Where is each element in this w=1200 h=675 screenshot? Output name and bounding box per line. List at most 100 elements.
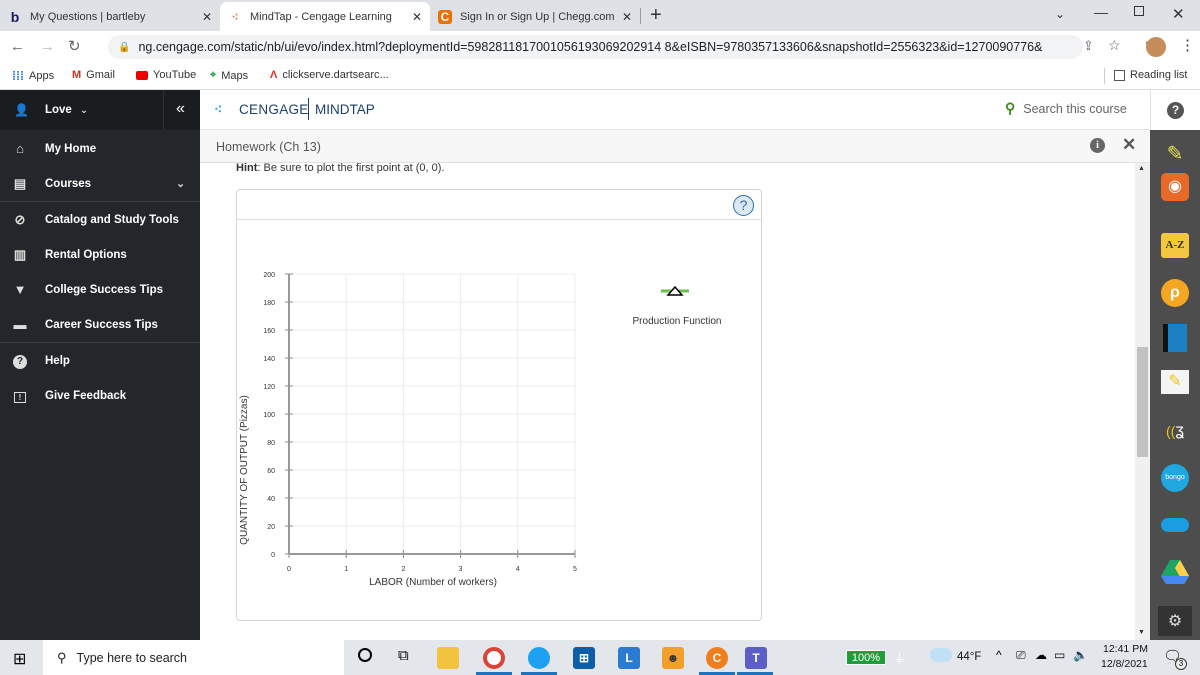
youtube-icon bbox=[136, 70, 148, 80]
maps-icon: ⌖ bbox=[210, 69, 217, 81]
l-app-icon[interactable]: L bbox=[618, 647, 640, 669]
sidebar-item-label: Career Success Tips bbox=[45, 318, 158, 331]
bookmark-star-icon[interactable]: ☆ bbox=[1108, 37, 1121, 54]
tab-bartleby[interactable]: b My Questions | bartleby ✕ bbox=[0, 2, 220, 31]
onedrive-tray-icon[interactable]: ☁ bbox=[1035, 648, 1047, 662]
close-tab-icon[interactable]: ✕ bbox=[202, 10, 212, 24]
forward-icon[interactable]: → bbox=[40, 38, 55, 55]
bookmark-clickserve[interactable]: Ʌ clickserve.dartsearc... bbox=[270, 69, 389, 81]
content-scrollbar[interactable]: ▲ ▼ bbox=[1135, 163, 1150, 640]
search-placeholder: Type here to search bbox=[76, 650, 188, 665]
taskbar-search[interactable]: ⚲ Type here to search bbox=[43, 640, 344, 675]
address-bar[interactable]: 🔒 ng.cengage.com/static/nb/ui/evo/index.… bbox=[108, 35, 1083, 59]
battery-indicator[interactable]: 100% bbox=[846, 650, 886, 665]
sidebar-item-rental[interactable]: ▥ Rental Options bbox=[0, 237, 200, 272]
sidebar-item-catalog[interactable]: ⊘ Catalog and Study Tools bbox=[0, 202, 200, 237]
tab-chegg[interactable]: C Sign In or Sign Up | Chegg.com ✕ bbox=[430, 2, 640, 31]
sidebar-item-college-tips[interactable]: ▼ College Success Tips bbox=[0, 272, 200, 307]
y-tick-label: 100 bbox=[263, 412, 275, 419]
weather-cloud-icon[interactable] bbox=[930, 648, 952, 662]
tab-mindtap[interactable]: ⁖ MindTap - Cengage Learning ✕ bbox=[220, 2, 430, 31]
rss-icon[interactable]: ◉ bbox=[1158, 172, 1192, 202]
bookmark-label: YouTube bbox=[153, 69, 197, 81]
y-tick-label: 60 bbox=[267, 468, 275, 475]
close-tab-icon[interactable]: ✕ bbox=[412, 10, 422, 24]
sidebar-item-career-tips[interactable]: ▬ Career Success Tips bbox=[0, 307, 200, 342]
task-view-icon[interactable]: ⧉ bbox=[398, 647, 409, 664]
network-icon[interactable]: ▭ bbox=[1054, 648, 1065, 662]
store-icon[interactable]: ⊞ bbox=[573, 647, 595, 669]
p-app-icon[interactable]: ρ bbox=[1158, 278, 1192, 308]
close-icon[interactable]: ✕ bbox=[1122, 135, 1136, 155]
clock-date[interactable]: 12/8/2021 bbox=[1101, 658, 1148, 670]
onedrive-icon[interactable] bbox=[1158, 510, 1192, 540]
sidebar-item-label: My Home bbox=[45, 142, 97, 155]
cortana-icon[interactable] bbox=[358, 648, 372, 662]
reading-list-button[interactable]: Reading list bbox=[1114, 69, 1187, 81]
menu-icon[interactable]: ⋮ bbox=[1180, 36, 1195, 54]
highlighter-icon[interactable]: ✎ bbox=[1158, 138, 1192, 168]
bookmark-youtube[interactable]: YouTube bbox=[136, 69, 196, 81]
sidebar-item-courses[interactable]: ▤ Courses ⌄ bbox=[0, 166, 200, 201]
back-icon[interactable]: ← bbox=[10, 38, 25, 55]
weather-temp[interactable]: 44°F bbox=[957, 651, 981, 663]
bartleby-icon: b bbox=[10, 8, 20, 25]
file-explorer-icon[interactable] bbox=[437, 647, 459, 669]
sidebar-item-help[interactable]: ? Help bbox=[0, 343, 200, 378]
volume-icon[interactable]: 🔈 bbox=[1073, 648, 1088, 662]
compass-icon: ⊘ bbox=[14, 211, 26, 227]
restore-icon[interactable] bbox=[1134, 6, 1144, 16]
bookmark-label: Gmail bbox=[86, 69, 115, 81]
app-icon[interactable]: ☻ bbox=[662, 647, 684, 669]
reading-list-icon bbox=[1114, 69, 1125, 81]
book-blue-icon[interactable] bbox=[1158, 323, 1192, 353]
info-icon[interactable]: i bbox=[1090, 138, 1105, 153]
tray-chevron-icon[interactable]: ^ bbox=[996, 648, 1002, 662]
minimize-icon[interactable]: — bbox=[1094, 4, 1108, 20]
tab-title: Sign In or Sign Up | Chegg.com bbox=[460, 10, 615, 23]
collapse-sidebar-button[interactable]: « bbox=[176, 100, 185, 118]
y-tick-label: 160 bbox=[263, 328, 275, 335]
chrome-icon[interactable] bbox=[483, 647, 505, 669]
course-search[interactable]: ⚲ Search this course bbox=[1005, 100, 1127, 117]
y-tick-label: 80 bbox=[267, 440, 275, 447]
feedback-icon: ! bbox=[13, 388, 27, 403]
bookmark-maps[interactable]: ⌖ Maps bbox=[210, 69, 248, 82]
legend-marker[interactable] bbox=[661, 285, 689, 296]
edge-icon[interactable] bbox=[528, 647, 550, 669]
a-z-icon[interactable]: A-Z bbox=[1158, 230, 1192, 260]
sidebar-item-label: Give Feedback bbox=[45, 389, 127, 402]
close-window-icon[interactable]: ✕ bbox=[1172, 5, 1185, 23]
scroll-up-icon[interactable]: ▲ bbox=[1138, 165, 1145, 172]
reload-icon[interactable]: ↻ bbox=[68, 37, 81, 55]
book-icon: ▤ bbox=[13, 175, 27, 191]
scroll-thumb[interactable] bbox=[1137, 347, 1148, 457]
x-tick-label: 4 bbox=[516, 566, 520, 573]
chegg-taskbar-icon[interactable]: C bbox=[706, 647, 728, 669]
production-chart[interactable]: 0 20 40 60 80 100 120 140 160 180 200 0 1 2 3 4 5 QUANTI… bbox=[237, 190, 761, 620]
clock-time[interactable]: 12:41 PM bbox=[1103, 643, 1148, 655]
bongo-icon[interactable]: bongo bbox=[1158, 463, 1192, 493]
tab-search-icon[interactable]: ⌄ bbox=[1055, 7, 1065, 21]
google-drive-icon[interactable] bbox=[1158, 557, 1192, 587]
windows-start-icon[interactable]: ⊞ bbox=[13, 649, 26, 669]
share-icon[interactable]: ⇪ bbox=[1083, 38, 1094, 54]
lock-icon: 🔒 bbox=[118, 41, 131, 53]
bookmark-gmail[interactable]: M Gmail bbox=[72, 69, 115, 81]
sidebar-item-my-home[interactable]: ⌂ My Home bbox=[0, 131, 200, 166]
search-icon: ⚲ bbox=[57, 649, 67, 665]
settings-app-icon[interactable]: ⚙ bbox=[1158, 606, 1192, 636]
meet-icon[interactable]: ⎚ bbox=[1016, 648, 1026, 663]
brand-name: CENGAGE bbox=[239, 102, 309, 117]
readspeaker-icon[interactable]: ((ʓ bbox=[1158, 416, 1192, 446]
close-tab-icon[interactable]: ✕ bbox=[622, 10, 632, 24]
bookmark-apps[interactable]: ⁞⁞⁞ Apps bbox=[12, 69, 54, 83]
user-menu[interactable]: 👤 Love ⌄ « bbox=[0, 90, 200, 130]
new-tab-button[interactable]: + bbox=[650, 4, 662, 27]
profile-avatar[interactable] bbox=[1146, 37, 1166, 57]
sidebar-item-feedback[interactable]: ! Give Feedback bbox=[0, 378, 200, 413]
notebook-highlighter-icon[interactable]: ✎ bbox=[1158, 367, 1192, 397]
teams-icon[interactable]: T bbox=[745, 647, 767, 669]
help-button[interactable]: ? bbox=[1150, 90, 1200, 130]
scroll-down-icon[interactable]: ▼ bbox=[1138, 629, 1145, 636]
